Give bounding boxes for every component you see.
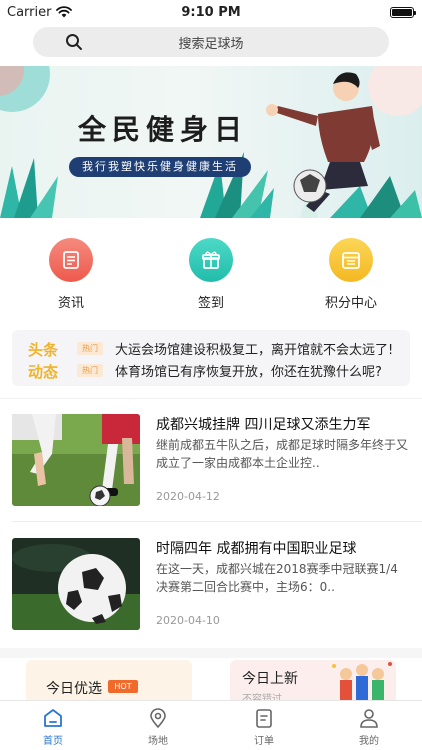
tab-label: 场地 <box>148 736 168 747</box>
quick-item-news[interactable]: 资讯 <box>31 238 111 311</box>
article-item[interactable]: 成都兴城挂牌 四川足球又添生力军 继前成都五牛队之后，成都足球时隔多年终于又成立… <box>0 398 422 522</box>
tab-label: 我的 <box>359 736 379 747</box>
search-placeholder: 搜索足球场 <box>178 36 244 52</box>
search-bar[interactable]: 搜索足球场 <box>33 27 389 57</box>
quick-label-checkin: 签到 <box>197 296 224 311</box>
search-icon <box>66 34 82 50</box>
news-icon <box>49 238 93 282</box>
gift-icon <box>189 238 233 282</box>
celebration-illustration <box>332 662 392 702</box>
carrier-info: Carrier <box>7 4 73 20</box>
user-icon <box>360 709 378 728</box>
tab-bar: 首页 场地 订单 我的 <box>0 700 422 750</box>
hot-badge: 热门 <box>77 364 103 377</box>
hot-badge: 热门 <box>77 342 103 355</box>
quick-label-news: 资讯 <box>57 296 84 311</box>
quick-item-points[interactable]: 积分中心 <box>311 238 391 311</box>
article-summary: 在这一天，成都兴城在2018赛季中冠联赛1/4决赛第二回合比赛中，主场6：0.. <box>156 562 398 594</box>
article-thumbnail <box>12 538 140 630</box>
clock: 9:10 PM <box>181 4 241 20</box>
tab-venues[interactable]: 场地 <box>128 707 188 747</box>
banner-title: 全民健身日 <box>78 113 249 146</box>
tab-home[interactable]: 首页 <box>23 707 83 747</box>
promo-title: 今日优选 <box>46 681 102 697</box>
banner-subtitle: 我行我塑快乐健身健康生活 <box>69 157 251 177</box>
carrier-label: Carrier <box>7 4 52 20</box>
home-icon <box>44 709 62 727</box>
status-bar: Carrier 9:10 PM <box>0 0 422 24</box>
tab-orders[interactable]: 订单 <box>234 707 294 747</box>
promo-title: 今日上新 <box>242 671 298 687</box>
calendar-icon <box>329 238 373 282</box>
article-summary: 继前成都五牛队之后，成都足球时隔多年终于又成立了一家由成都本土企业控.. <box>156 438 409 470</box>
location-icon <box>150 708 166 729</box>
wifi-icon <box>56 6 73 18</box>
article-date: 2020-04-10 <box>156 614 220 627</box>
quick-menu: 资讯 签到 积分中心 <box>0 238 422 312</box>
article-item[interactable]: 时隔四年 成都拥有中国职业足球 在这一天，成都兴城在2018赛季中冠联赛1/4决… <box>0 522 422 646</box>
tab-label: 订单 <box>254 736 274 747</box>
ticker-tag-updates: 动态 <box>28 363 59 381</box>
battery-icon <box>390 6 416 18</box>
hot-badge: HOT <box>108 680 138 693</box>
order-icon <box>256 709 272 728</box>
promo-card-new[interactable]: 今日上新 不容错过 <box>230 660 396 702</box>
tab-label: 首页 <box>43 736 63 747</box>
ticker-item[interactable]: 大运会场馆建设积极复工，离开馆就不会太远了! <box>115 339 393 358</box>
quick-item-checkin[interactable]: 签到 <box>171 238 251 311</box>
ticker-tag-headline: 头条 <box>28 341 59 359</box>
promo-card-picks[interactable]: 今日优选 HOT <box>26 660 192 702</box>
article-thumbnail <box>12 414 140 506</box>
article-title: 成都兴城挂牌 四川足球又添生力军 <box>156 417 371 433</box>
promo-banner[interactable]: 全民健身日 我行我塑快乐健身健康生活 <box>0 66 422 218</box>
tab-profile[interactable]: 我的 <box>339 707 399 747</box>
news-ticker[interactable]: 头条 动态 热门 热门 大运会场馆建设积极复工，离开馆就不会太远了! 体育场馆已… <box>12 330 410 386</box>
section-gap <box>0 648 422 658</box>
quick-label-points: 积分中心 <box>324 296 377 311</box>
ticker-item[interactable]: 体育场馆已有序恢复开放，你还在犹豫什么呢? <box>115 361 382 380</box>
article-title: 时隔四年 成都拥有中国职业足球 <box>156 541 357 557</box>
article-date: 2020-04-12 <box>156 490 220 503</box>
